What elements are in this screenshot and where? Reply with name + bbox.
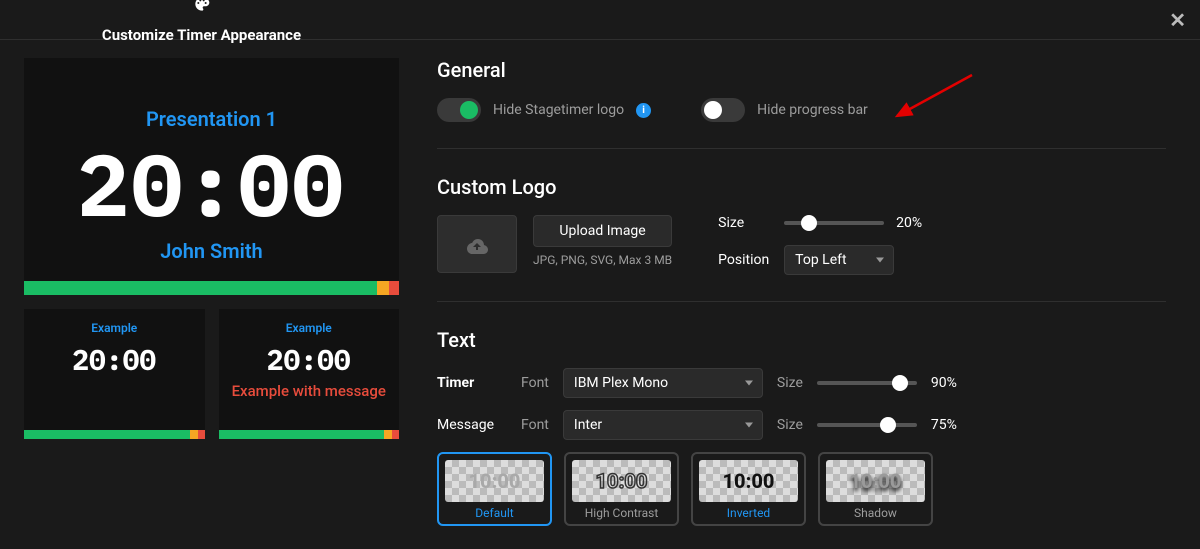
preset-shadow[interactable]: 10:00 Shadow xyxy=(818,452,933,526)
preset-sample: 10:00 xyxy=(850,469,902,493)
toggle-hide-logo[interactable] xyxy=(437,98,481,122)
preview-speaker: John Smith xyxy=(160,239,262,263)
preview-label: Example xyxy=(91,321,137,335)
section-heading: Custom Logo xyxy=(437,175,1166,199)
progress-bar xyxy=(24,281,399,295)
section-heading: General xyxy=(437,58,1166,82)
preset-default[interactable]: 10:00 Default xyxy=(437,452,552,526)
timer-font-row-label: Timer xyxy=(437,375,507,391)
timer-preview-small-1: Example 20:00 xyxy=(24,309,205,439)
section-text: Text Timer Font IBM Plex Mono Size 90% M… xyxy=(437,328,1166,526)
preview-title: Presentation 1 xyxy=(146,107,277,131)
section-custom-logo: Custom Logo Upload Image JPG, PNG, SVG, … xyxy=(437,175,1166,302)
preset-label: Shadow xyxy=(854,506,897,520)
preview-time: 20:00 xyxy=(72,341,156,378)
timer-preview-small-2: Example 20:00 Example with message xyxy=(219,309,400,439)
preview-message: Example with message xyxy=(232,382,386,401)
timer-font-select[interactable]: IBM Plex Mono xyxy=(563,368,763,398)
toggle-hide-progress-label: Hide progress bar xyxy=(757,102,868,118)
section-heading: Text xyxy=(437,328,1166,352)
preview-label: Example xyxy=(286,321,332,335)
toggle-hide-logo-label: Hide Stagetimer logo xyxy=(493,102,624,118)
timer-size-value: 90% xyxy=(931,375,971,391)
upload-image-button[interactable]: Upload Image xyxy=(533,215,672,247)
preset-sample: 10:00 xyxy=(723,469,775,493)
preview-time: 20:00 xyxy=(267,341,351,378)
customize-timer-dialog: Customize Timer Appearance ✕ Presentatio… xyxy=(0,0,1200,549)
preset-label: Default xyxy=(475,506,513,520)
logo-position-label: Position xyxy=(718,252,772,268)
section-general: General Hide Stagetimer logo i Hide prog… xyxy=(437,58,1166,149)
progress-bar xyxy=(219,430,400,439)
toggle-hide-progress[interactable] xyxy=(701,98,745,122)
dialog-titlebar: Customize Timer Appearance ✕ xyxy=(0,0,1200,40)
logo-size-slider[interactable] xyxy=(784,221,884,225)
upload-hint: JPG, PNG, SVG, Max 3 MB xyxy=(533,253,672,267)
size-label: Size xyxy=(777,375,803,391)
preset-label: High Contrast xyxy=(585,506,659,520)
font-label: Font xyxy=(521,417,549,433)
message-font-select[interactable]: Inter xyxy=(563,410,763,440)
preview-time: 20:00 xyxy=(78,141,346,227)
logo-preview xyxy=(437,215,517,273)
message-font-row-label: Message xyxy=(437,417,507,433)
logo-size-label: Size xyxy=(718,215,772,231)
preset-high-contrast[interactable]: 10:00 High Contrast xyxy=(564,452,679,526)
message-size-slider[interactable] xyxy=(817,423,917,427)
palette-icon xyxy=(194,0,210,16)
font-label: Font xyxy=(521,375,549,391)
preset-sample: 10:00 xyxy=(596,469,648,493)
preset-inverted[interactable]: 10:00 Inverted xyxy=(691,452,806,526)
logo-size-value: 20% xyxy=(896,215,936,231)
logo-position-select[interactable]: Top Left xyxy=(784,245,894,275)
progress-bar xyxy=(24,430,205,439)
message-size-value: 75% xyxy=(931,417,971,433)
cloud-upload-icon xyxy=(464,234,490,254)
info-icon[interactable]: i xyxy=(636,103,651,118)
timer-preview-main: Presentation 1 20:00 John Smith xyxy=(24,58,399,295)
size-label: Size xyxy=(777,417,803,433)
preset-label: Inverted xyxy=(727,506,770,520)
preset-sample: 10:00 xyxy=(469,469,521,493)
timer-size-slider[interactable] xyxy=(817,381,917,385)
close-icon[interactable]: ✕ xyxy=(1169,10,1186,30)
